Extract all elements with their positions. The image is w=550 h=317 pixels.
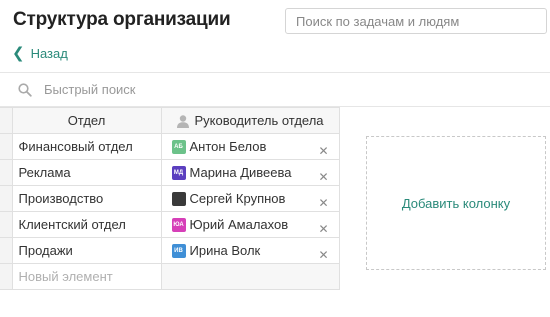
row-gutter [0,211,13,238]
quick-search-placeholder: Быстрый поиск [44,82,136,97]
column-header-manager[interactable]: Руководитель отдела [160,107,340,134]
manager-name: Марина Дивеева [189,165,292,180]
manager-cell[interactable]: АБ Антон Белов ✕ [160,133,340,160]
divider [0,72,550,73]
empty-cell [160,263,340,290]
avatar: АБ [171,139,186,154]
department-cell[interactable]: Продажи [11,237,162,264]
manager-name: Юрий Амалахов [189,217,289,232]
remove-icon[interactable]: ✕ [318,223,328,235]
row-gutter [0,263,13,290]
manager-cell[interactable]: ИВ Ирина Волк ✕ [160,237,340,264]
user-icon [177,114,190,128]
back-link[interactable]: ❮ Назад [12,44,68,62]
table-row: Реклама МД Марина Дивеева ✕ [0,159,340,186]
new-element-row: Новый элемент [0,263,340,290]
manager-name: Ирина Волк [189,243,261,258]
quick-search[interactable]: Быстрый поиск [18,82,136,98]
avatar: МД [171,165,186,180]
page-title: Структура организации [13,9,231,30]
new-element-input[interactable]: Новый элемент [11,263,162,290]
remove-icon[interactable]: ✕ [318,145,328,157]
row-gutter [0,237,13,264]
department-cell[interactable]: Производство [11,185,162,212]
manager-cell[interactable]: ЮА Юрий Амалахов ✕ [160,211,340,238]
search-icon [18,83,32,97]
chevron-left-icon: ❮ [12,44,25,62]
remove-icon[interactable]: ✕ [318,171,328,183]
manager-name: Антон Белов [189,139,267,154]
table-row: Клиентский отдел ЮА Юрий Амалахов ✕ [0,211,340,238]
add-column-button[interactable]: Добавить колонку [366,136,546,270]
search-input[interactable]: Поиск по задачам и людям [285,8,547,34]
table-row: Продажи ИВ Ирина Волк ✕ [0,237,340,264]
row-gutter [0,107,13,134]
avatar [171,191,186,206]
manager-cell[interactable]: Сергей Крупнов ✕ [160,185,340,212]
column-header-department[interactable]: Отдел [11,107,162,134]
department-cell[interactable]: Клиентский отдел [11,211,162,238]
remove-icon[interactable]: ✕ [318,249,328,261]
row-gutter [0,185,13,212]
table-header-row: Отдел Руководитель отдела [0,107,340,134]
back-label: Назад [30,46,68,61]
column-header-manager-label: Руководитель отдела [194,113,324,128]
department-cell[interactable]: Финансовый отдел [11,133,162,160]
row-gutter [0,133,13,160]
row-gutter [0,159,13,186]
avatar: ИВ [171,243,186,258]
avatar: ЮА [171,217,186,232]
department-cell[interactable]: Реклама [11,159,162,186]
table-row: Производство Сергей Крупнов ✕ [0,185,340,212]
table-row: Финансовый отдел АБ Антон Белов ✕ [0,133,340,160]
remove-icon[interactable]: ✕ [318,197,328,209]
structure-table: Отдел Руководитель отдела Финансовый отд… [0,107,340,290]
manager-name: Сергей Крупнов [189,191,286,206]
manager-cell[interactable]: МД Марина Дивеева ✕ [160,159,340,186]
